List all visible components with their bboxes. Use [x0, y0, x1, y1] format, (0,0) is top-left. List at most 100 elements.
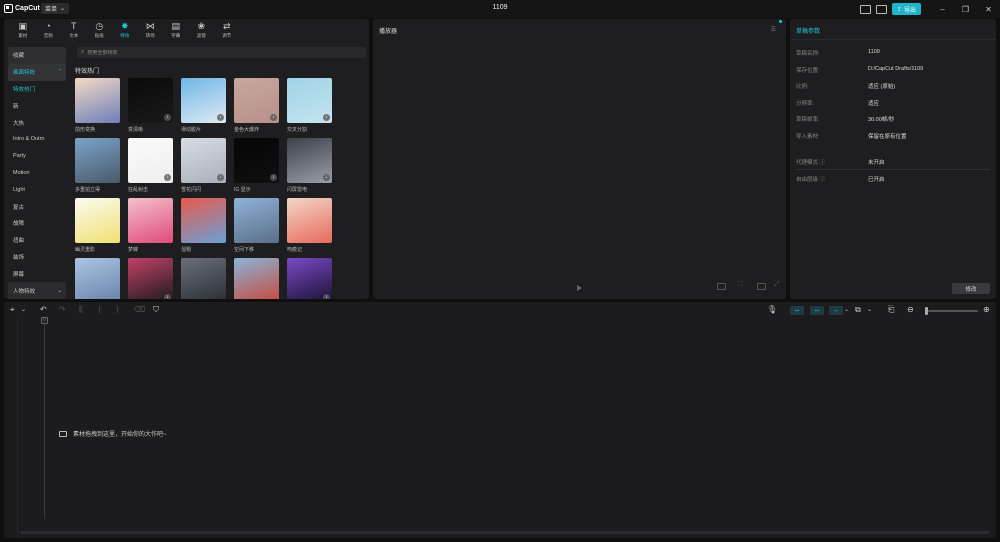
- microphone-icon[interactable]: 🎙: [767, 305, 777, 315]
- sidebar-item[interactable]: 屏幕: [8, 265, 68, 282]
- effect-card[interactable]: ↓ 金色大爆炸: [234, 78, 279, 133]
- tab-sticker[interactable]: ◷ 贴纸: [87, 19, 113, 42]
- effect-thumbnail[interactable]: ↓: [287, 258, 332, 299]
- tab-captions[interactable]: ▤ 字幕: [163, 19, 189, 42]
- layout-icon[interactable]: [859, 4, 871, 14]
- download-icon[interactable]: ↓: [323, 114, 330, 121]
- linkage-icon[interactable]: ⊸: [829, 306, 843, 315]
- effect-thumbnail[interactable]: ↓: [287, 138, 332, 183]
- select-tool-icon[interactable]: ⌖: [10, 305, 15, 315]
- zoom-in-icon[interactable]: ⊕: [983, 305, 990, 315]
- search-box[interactable]: ⌕: [77, 47, 366, 58]
- effect-card[interactable]: [75, 258, 120, 299]
- effect-card[interactable]: ↓ 雪花闪闪: [181, 138, 226, 193]
- effect-card[interactable]: ↓ 狂乱射击: [128, 138, 173, 193]
- effect-thumbnail[interactable]: ↓: [128, 258, 173, 299]
- effect-thumbnail[interactable]: [75, 198, 120, 243]
- tab-effects[interactable]: ✸ 特效: [112, 19, 138, 42]
- effect-card[interactable]: 多重拍立得: [75, 138, 120, 193]
- preview-quality-icon[interactable]: [717, 283, 726, 290]
- zoom-fit-icon[interactable]: ⎗: [888, 305, 894, 315]
- auto-snap-icon[interactable]: ⊷: [810, 306, 824, 315]
- effect-thumbnail[interactable]: ↓: [234, 138, 279, 183]
- minimize-icon[interactable]: –: [931, 5, 954, 14]
- download-icon[interactable]: ↓: [323, 174, 330, 181]
- effect-thumbnail[interactable]: [234, 258, 279, 299]
- effect-thumbnail[interactable]: [75, 138, 120, 183]
- effect-thumbnail[interactable]: [75, 78, 120, 123]
- sidebar-item[interactable]: 收藏: [8, 47, 66, 64]
- effect-card[interactable]: ↓: [128, 258, 173, 299]
- export-button[interactable]: ⇪ 导出: [891, 3, 921, 15]
- zoom-slider-handle[interactable]: [925, 307, 928, 315]
- effect-thumbnail[interactable]: ↓: [181, 78, 226, 123]
- sidebar-item[interactable]: 扭曲: [8, 232, 68, 249]
- sidebar-item[interactable]: 特效热门: [8, 81, 68, 98]
- tab-media[interactable]: ▣ 素材: [10, 19, 36, 42]
- effect-thumbnail[interactable]: [128, 198, 173, 243]
- close-icon[interactable]: ✕: [977, 5, 1000, 14]
- sidebar-item[interactable]: 复古: [8, 198, 68, 215]
- effect-card[interactable]: ↓ 交叉分割: [287, 78, 332, 133]
- download-icon[interactable]: ↓: [164, 174, 171, 181]
- sidebar-item[interactable]: 故障: [8, 215, 68, 232]
- sidebar-item[interactable]: Party: [8, 148, 68, 165]
- chevron-down-icon[interactable]: ⌄: [21, 305, 26, 315]
- effect-thumbnail[interactable]: [75, 258, 120, 299]
- download-icon[interactable]: ↓: [217, 114, 224, 121]
- aspect-ratio-icon[interactable]: [757, 283, 766, 290]
- effect-card[interactable]: ↓: [287, 258, 332, 299]
- chevron-down-icon[interactable]: ⌄: [867, 305, 872, 315]
- undo-icon[interactable]: ↶: [40, 305, 47, 315]
- effect-card[interactable]: ↓ 变清晰: [128, 78, 173, 133]
- download-icon[interactable]: ↓: [270, 114, 277, 121]
- tab-filter[interactable]: ❀ 滤镜: [189, 19, 215, 42]
- split-right-icon[interactable]: ⟩: [116, 305, 119, 315]
- tab-transition[interactable]: ⋈ 转场: [138, 19, 164, 42]
- main-track-magnet-icon[interactable]: ⊶: [790, 306, 804, 315]
- sidebar-item[interactable]: 画面特效 ⌃: [8, 63, 66, 81]
- zoom-out-icon[interactable]: ⊖: [907, 305, 914, 315]
- mark-icon[interactable]: ⛉: [153, 305, 159, 315]
- download-icon[interactable]: ↓: [164, 114, 171, 121]
- effect-thumbnail[interactable]: [181, 258, 226, 299]
- modify-button[interactable]: 修改: [952, 283, 990, 294]
- delete-icon[interactable]: ⌫: [134, 305, 145, 315]
- effect-card[interactable]: ↓ 闪屏雷电: [287, 138, 332, 193]
- sidebar-item[interactable]: 新: [8, 97, 68, 114]
- effect-card[interactable]: [181, 258, 226, 299]
- sidebar-item[interactable]: Motion: [8, 165, 68, 182]
- sidebar-item[interactable]: Intro & Outro: [8, 131, 68, 148]
- effect-card[interactable]: 梦蝶: [128, 198, 173, 253]
- fullscreen-icon[interactable]: ⤢: [774, 281, 783, 288]
- effect-thumbnail[interactable]: ↓: [128, 78, 173, 123]
- effect-thumbnail[interactable]: ↓: [181, 138, 226, 183]
- search-input[interactable]: [87, 49, 348, 56]
- effect-thumbnail[interactable]: [234, 198, 279, 243]
- maximize-icon[interactable]: ❐: [954, 5, 977, 14]
- effect-thumbnail[interactable]: [181, 198, 226, 243]
- sidebar-item-character-effects[interactable]: 人物特效 ⌄: [8, 282, 66, 299]
- play-icon[interactable]: [577, 285, 582, 291]
- effect-card[interactable]: ↓ IG 显示: [234, 138, 279, 193]
- sidebar-item[interactable]: 大热: [8, 114, 68, 131]
- download-icon[interactable]: ↓: [270, 174, 277, 181]
- fit-icon[interactable]: ⛶: [738, 281, 747, 288]
- tab-adjust[interactable]: ⇄ 调节: [214, 19, 240, 42]
- download-icon[interactable]: ↓: [217, 174, 224, 181]
- zoom-slider[interactable]: [928, 310, 978, 312]
- effect-card[interactable]: 空间下移: [234, 198, 279, 253]
- split-left-icon[interactable]: ⟨: [98, 305, 101, 315]
- preview-axis-icon[interactable]: ⧉: [855, 305, 861, 315]
- split-icon[interactable]: ⫼: [79, 305, 83, 315]
- tab-text[interactable]: T 文本: [61, 19, 87, 42]
- timeline-scrollbar[interactable]: [20, 531, 990, 534]
- sidebar-item[interactable]: 装饰: [8, 249, 68, 266]
- effect-card[interactable]: 前形变换: [75, 78, 120, 133]
- effect-card[interactable]: 吻痕记: [287, 198, 332, 253]
- sidebar-item[interactable]: Light: [8, 181, 68, 198]
- shortcuts-icon[interactable]: [875, 4, 887, 14]
- effect-thumbnail[interactable]: [287, 198, 332, 243]
- download-icon[interactable]: ↓: [323, 294, 330, 299]
- effect-card[interactable]: ↓ 滑动胶片: [181, 78, 226, 133]
